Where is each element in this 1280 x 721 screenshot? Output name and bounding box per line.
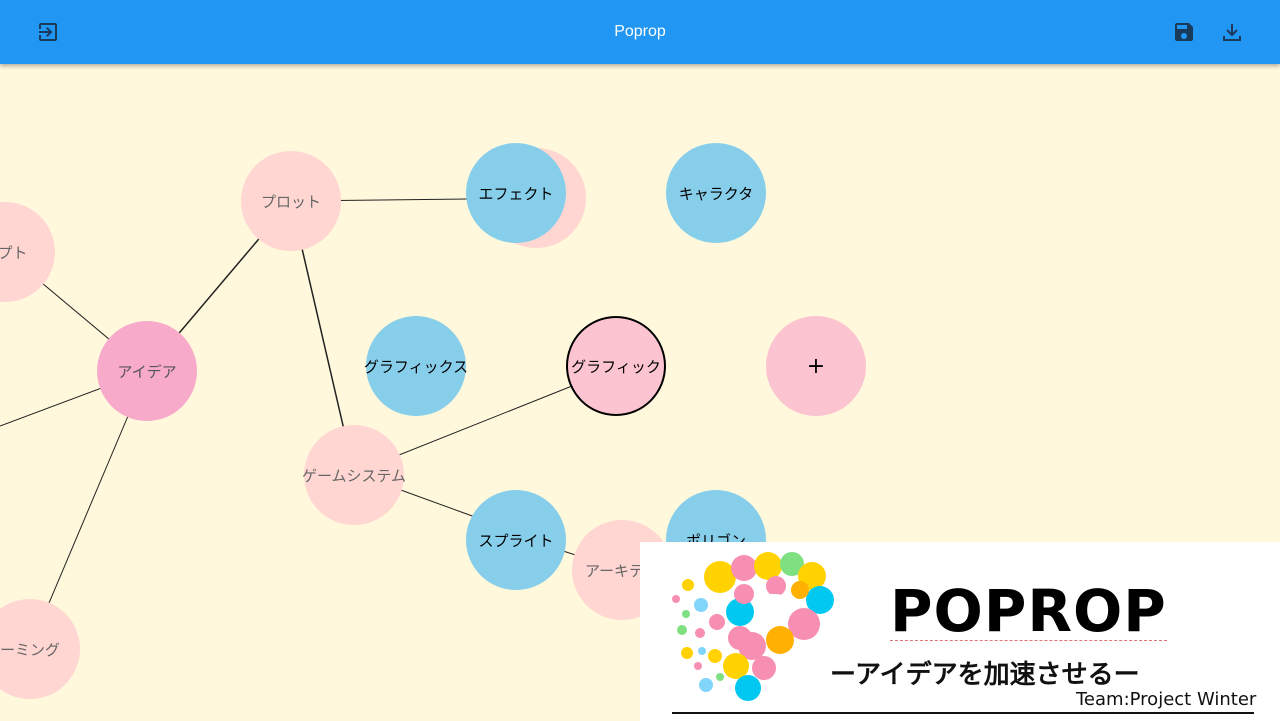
node-sprite[interactable]: スプライト xyxy=(466,490,566,590)
node-graphic-selected[interactable]: グラフィック xyxy=(566,316,666,416)
node-effect[interactable]: エフェクト xyxy=(466,143,566,243)
node-idea[interactable]: アイデア xyxy=(97,321,197,421)
add-node-button[interactable]: + xyxy=(766,316,866,416)
save-icon[interactable] xyxy=(1168,16,1200,48)
node-game-system[interactable]: ゲームシステム xyxy=(302,425,406,525)
promo-banner: POPROP ーアイデアを加速させるー Team:Project Winter xyxy=(640,542,1280,721)
app-title: Poprop xyxy=(614,23,666,40)
download-icon[interactable] xyxy=(1216,16,1248,48)
banner-title: POPROP xyxy=(890,577,1167,645)
banner-underline xyxy=(672,712,1254,714)
node-plot[interactable]: プロット xyxy=(241,151,341,251)
banner-team: Team:Project Winter xyxy=(1076,689,1257,710)
banner-subtitle: ーアイデアを加速させるー xyxy=(830,660,1140,690)
app-bar: Poprop xyxy=(0,0,1280,64)
node-graphics[interactable]: グラフィックス xyxy=(364,316,468,416)
node-character[interactable]: キャラクタ xyxy=(666,143,766,243)
